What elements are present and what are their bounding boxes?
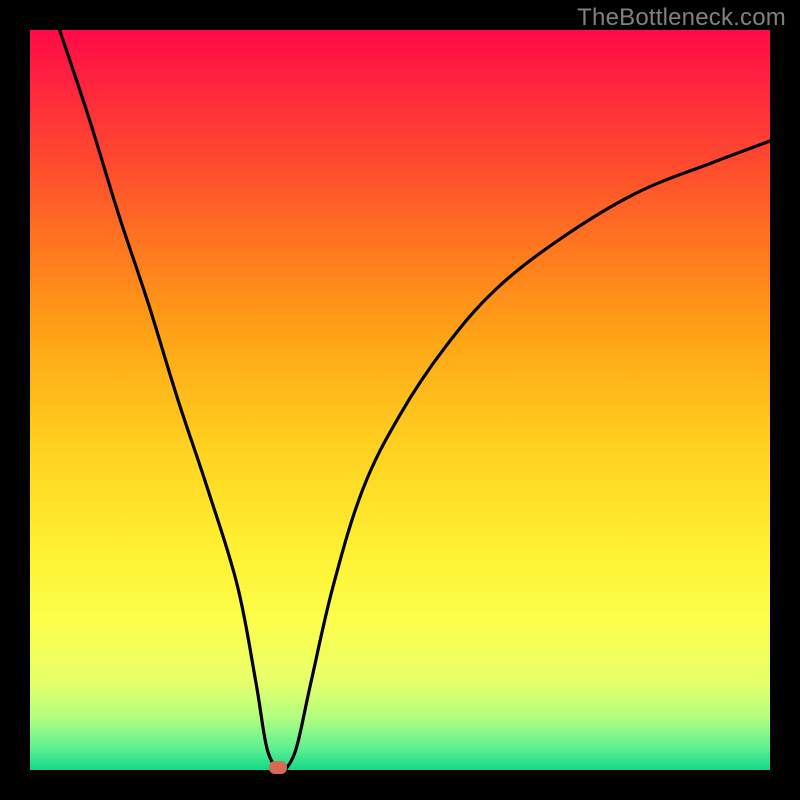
- curve-left: [60, 30, 278, 770]
- curve-right: [285, 141, 770, 770]
- curve-layer: [30, 30, 770, 770]
- minimum-marker: [269, 761, 287, 774]
- chart-frame: TheBottleneck.com: [0, 0, 800, 800]
- watermark-label: TheBottleneck.com: [577, 4, 786, 32]
- plot-area: [30, 30, 770, 770]
